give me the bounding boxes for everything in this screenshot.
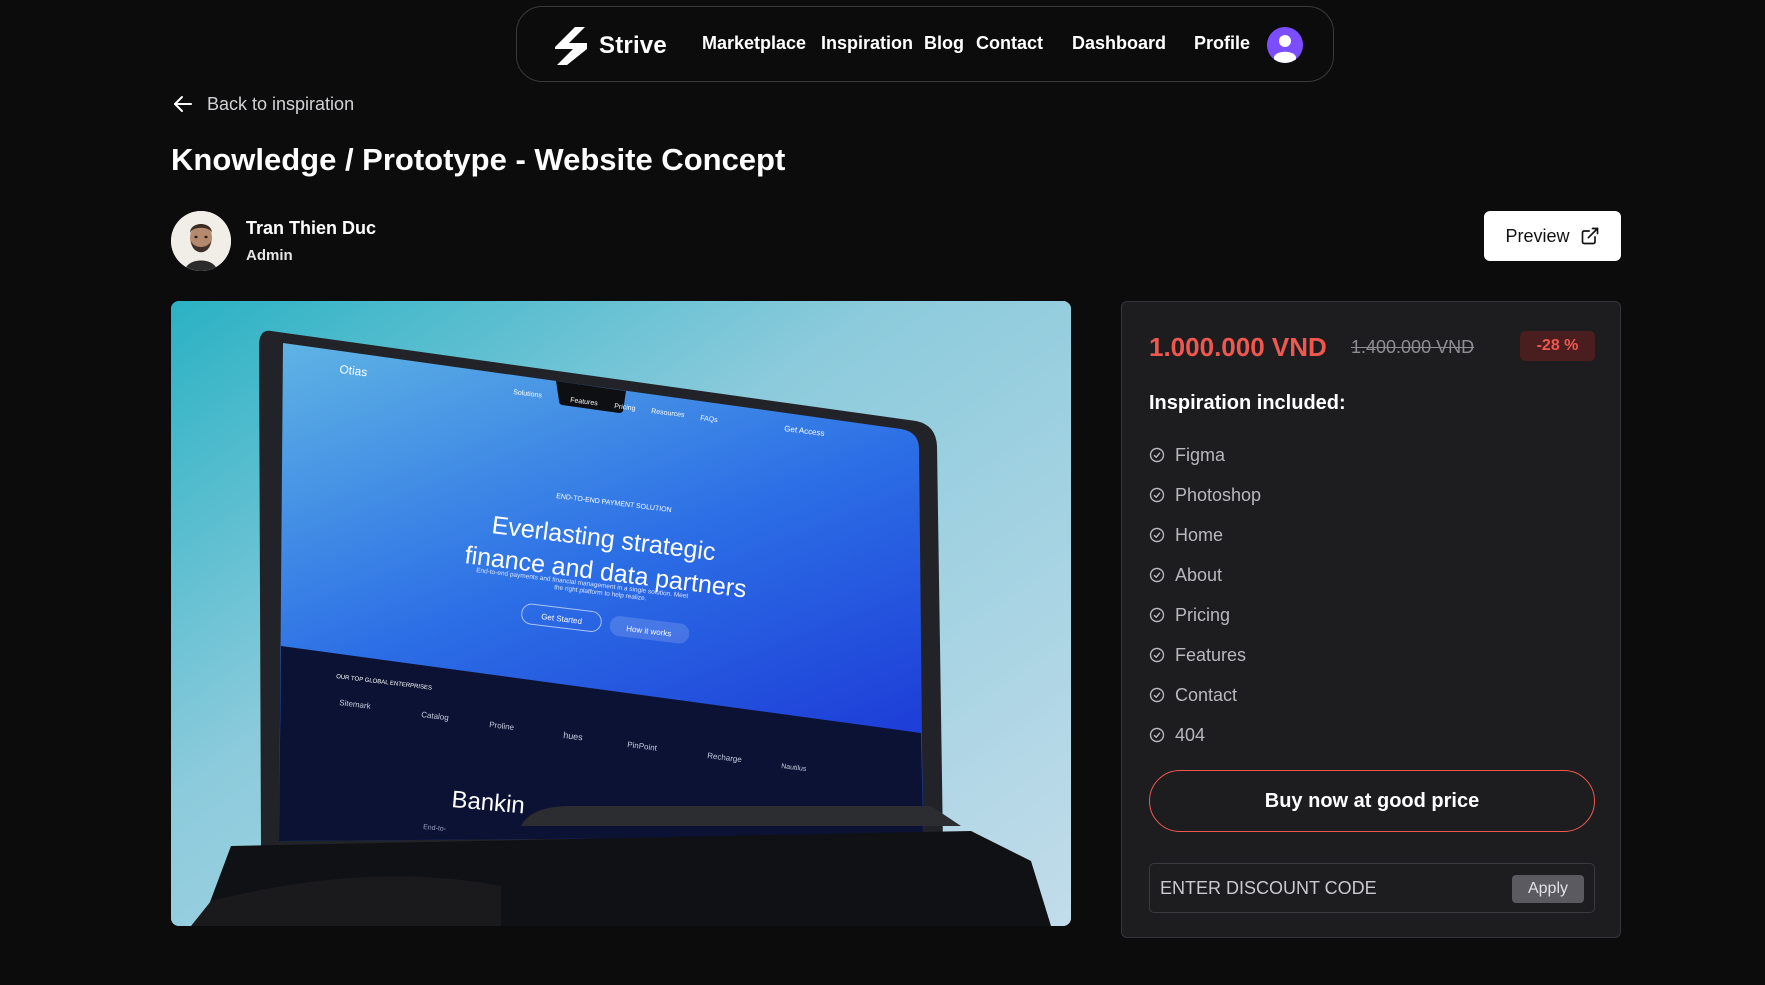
- strive-logo-icon: [555, 27, 587, 65]
- nav-link-contact[interactable]: Contact: [976, 33, 1043, 54]
- check-badge-icon: [1149, 447, 1165, 463]
- apply-discount-button[interactable]: Apply: [1512, 875, 1584, 903]
- page-title: Knowledge / Prototype - Website Concept: [171, 142, 786, 177]
- discount-badge: -28 %: [1520, 331, 1595, 361]
- included-item-label: Figma: [1175, 444, 1226, 465]
- check-badge-icon: [1149, 687, 1165, 703]
- nav-link-profile[interactable]: Profile: [1194, 33, 1250, 54]
- included-item-label: About: [1175, 564, 1223, 585]
- discount-code-form: Apply: [1149, 863, 1595, 913]
- preview-label: Preview: [1505, 225, 1570, 246]
- original-price: 1.400.000 VND: [1351, 337, 1475, 357]
- buy-now-button[interactable]: Buy now at good price: [1149, 770, 1595, 832]
- user-avatar-icon: [1267, 27, 1303, 63]
- included-item-label: 404: [1175, 724, 1206, 745]
- included-item-label: Home: [1175, 524, 1224, 545]
- check-badge-icon: [1149, 567, 1165, 583]
- external-link-icon: [1581, 227, 1598, 245]
- nav-link-inspiration[interactable]: Inspiration: [821, 33, 913, 54]
- brand-name: Strive: [599, 32, 667, 59]
- check-badge-icon: [1149, 607, 1165, 623]
- nav-link-dashboard[interactable]: Dashboard: [1072, 33, 1166, 54]
- included-item: Features: [1149, 635, 1261, 675]
- included-item: Pricing: [1149, 595, 1261, 635]
- top-navigation: Strive Marketplace Inspiration Blog Cont…: [516, 6, 1334, 82]
- included-item: 404: [1149, 715, 1261, 755]
- included-item-label: Contact: [1175, 684, 1238, 705]
- user-avatar[interactable]: [1267, 27, 1303, 63]
- check-badge-icon: [1149, 647, 1165, 663]
- back-to-inspiration-link[interactable]: Back to inspiration: [171, 92, 354, 116]
- laptop-mockup: Otias Solutions Features Pricing Resourc…: [171, 301, 1071, 926]
- nav-link-marketplace[interactable]: Marketplace: [702, 33, 806, 54]
- included-item-label: Photoshop: [1175, 484, 1262, 505]
- included-item: Photoshop: [1149, 475, 1261, 515]
- project-preview-image: Otias Solutions Features Pricing Resourc…: [171, 301, 1071, 926]
- included-item: Figma: [1149, 435, 1261, 475]
- pricing-card: 1.000.000 VND 1.400.000 VND -28 % Inspir…: [1121, 301, 1621, 938]
- included-title: Inspiration included:: [1149, 392, 1346, 414]
- included-item: About: [1149, 555, 1261, 595]
- back-label: Back to inspiration: [207, 93, 355, 114]
- preview-button[interactable]: Preview: [1484, 211, 1621, 261]
- check-badge-icon: [1149, 527, 1165, 543]
- current-price: 1.000.000 VND: [1149, 332, 1327, 362]
- author-avatar: [171, 211, 231, 271]
- author-role: Admin: [246, 247, 293, 264]
- check-badge-icon: [1149, 487, 1165, 503]
- included-item-label: Pricing: [1175, 604, 1231, 625]
- included-item: Home: [1149, 515, 1261, 555]
- author-portrait: [171, 211, 231, 271]
- included-item-label: Features: [1175, 644, 1247, 665]
- check-badge-icon: [1149, 727, 1165, 743]
- arrow-left-icon: [174, 96, 192, 112]
- included-list: Figma Photoshop Home About Pricing Featu…: [1149, 435, 1261, 755]
- author-name[interactable]: Tran Thien Duc: [246, 218, 376, 239]
- included-item: Contact: [1149, 675, 1261, 715]
- nav-link-blog[interactable]: Blog: [924, 33, 964, 54]
- discount-code-input[interactable]: [1160, 864, 1490, 912]
- brand[interactable]: Strive: [547, 25, 667, 67]
